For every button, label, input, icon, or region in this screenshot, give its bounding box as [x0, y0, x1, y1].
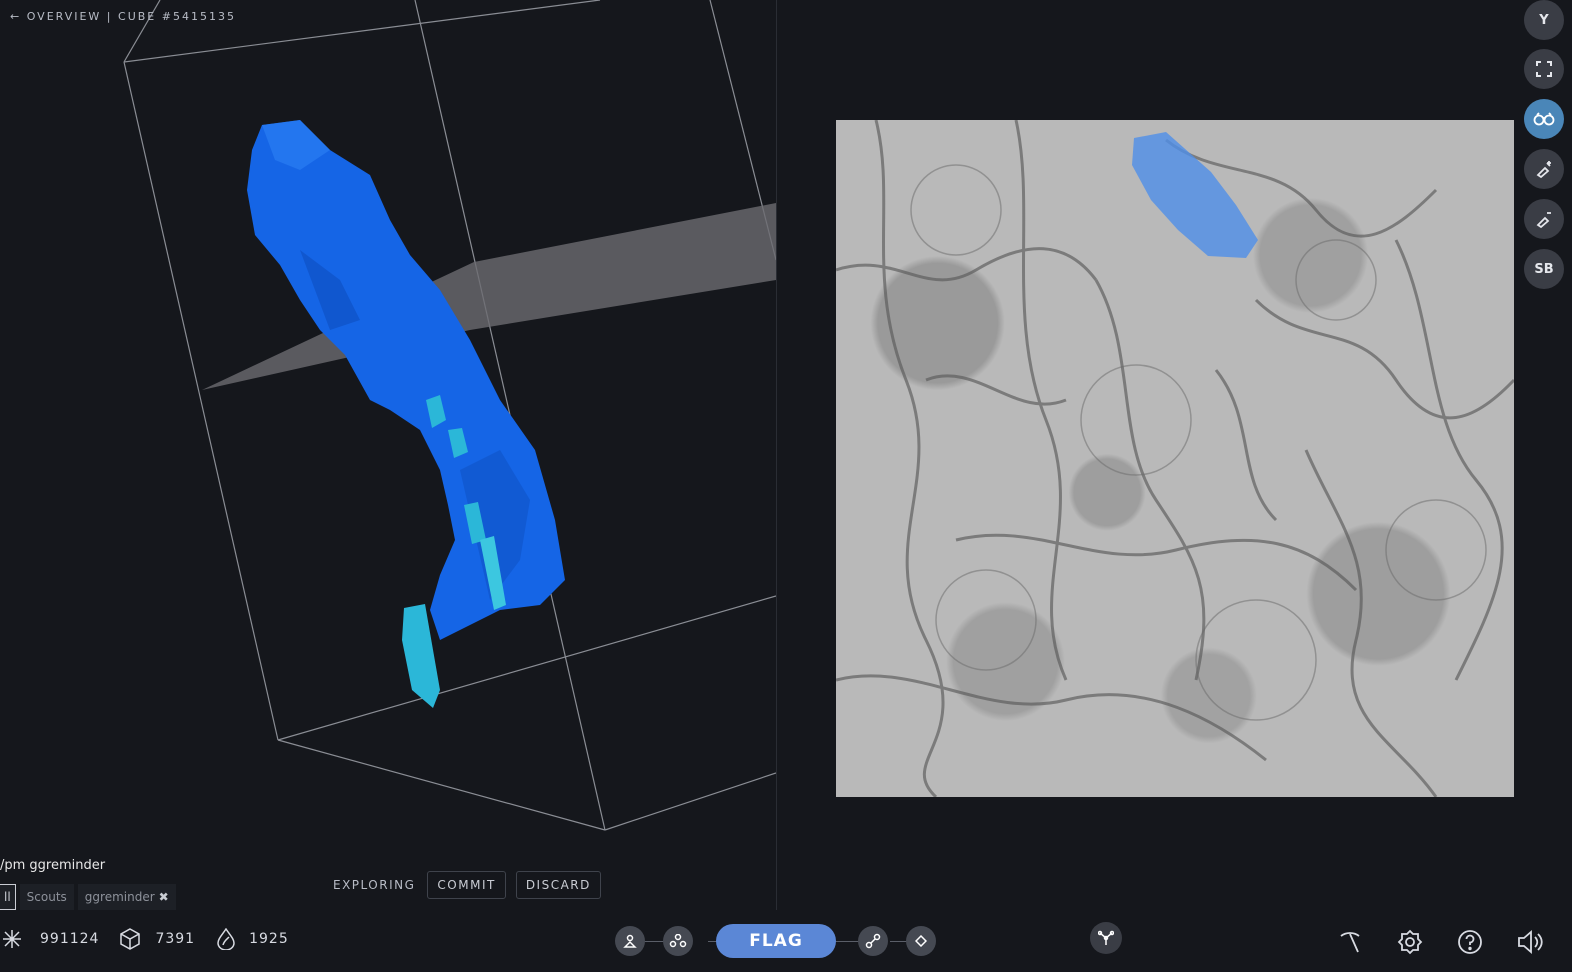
pane-divider[interactable] — [776, 0, 777, 910]
person-tool-button[interactable] — [615, 926, 645, 956]
speaker-icon — [1518, 930, 1543, 954]
pickaxe-icon — [1340, 932, 1360, 953]
chat-tab-ggreminder[interactable]: ggreminder ✖ — [77, 884, 176, 910]
flag-button[interactable]: FLAG — [716, 924, 836, 958]
selected-segment-overlay — [1132, 132, 1258, 258]
cube-icon — [120, 928, 141, 950]
points-stat: 991124 — [2, 929, 99, 949]
sound-button[interactable] — [1516, 928, 1544, 956]
trailblazes-stat: 1925 — [217, 928, 289, 950]
gear-icon — [1397, 929, 1423, 955]
cubes-value: 7391 — [155, 931, 196, 947]
chat-tab-all[interactable]: ll — [0, 884, 16, 910]
link-tool-button[interactable] — [858, 926, 888, 956]
chat-tab-label: ggreminder — [84, 890, 155, 904]
back-arrow-icon[interactable]: ← — [10, 10, 21, 23]
avatar-label: SB — [1534, 261, 1554, 277]
trailblazes-value: 1925 — [249, 931, 289, 947]
avatar-label: Y — [1539, 12, 1549, 28]
breadcrumb: ← OVERVIEW | CUBE #5415135 — [10, 10, 236, 23]
diamond-tool-button[interactable] — [906, 926, 936, 956]
chat-tab-label: Scouts — [26, 890, 67, 904]
diamond-icon — [915, 935, 927, 947]
chat-input[interactable]: /pm ggreminder — [0, 858, 105, 873]
player-stats: 991124 7391 1925 — [0, 928, 289, 950]
person-icon — [623, 934, 637, 948]
brush-remove-icon — [1536, 212, 1551, 228]
explore-controls: EXPLORING COMMIT DISCARD — [333, 871, 601, 899]
help-icon — [1458, 930, 1482, 954]
chat-tabs: ll Scouts ggreminder ✖ — [0, 884, 176, 910]
exploring-status: EXPLORING — [333, 878, 416, 892]
binoculars-icon — [1533, 112, 1555, 126]
user-avatar-y[interactable]: Y — [1524, 0, 1564, 40]
chat-message-text: /pm ggreminder — [0, 858, 106, 873]
fullscreen-button[interactable] — [1524, 49, 1564, 89]
link-icon — [865, 933, 881, 949]
chat-tab-label: ll — [4, 890, 11, 904]
help-button[interactable] — [1456, 928, 1484, 956]
pickaxe-button[interactable] — [1336, 928, 1364, 956]
breadcrumb-separator: | — [106, 10, 113, 23]
em-slice-view[interactable] — [836, 120, 1514, 797]
close-icon[interactable]: ✖ — [159, 890, 169, 904]
skeleton-tool-button[interactable] — [1090, 922, 1122, 954]
tool-row: FLAG — [612, 924, 942, 958]
brush-add-button[interactable] — [1524, 149, 1564, 189]
cubes-stat: 7391 — [119, 928, 195, 950]
binoculars-button[interactable] — [1524, 99, 1564, 139]
tree-icon — [1098, 930, 1114, 945]
drop-icon — [217, 928, 235, 950]
points-value: 991124 — [40, 931, 100, 947]
3d-scene[interactable] — [0, 0, 776, 972]
fullscreen-icon — [1536, 61, 1552, 77]
overview-link[interactable]: OVERVIEW — [27, 10, 102, 23]
brush-remove-button[interactable] — [1524, 199, 1564, 239]
settings-button[interactable] — [1396, 928, 1424, 956]
membrane-texture — [836, 120, 1514, 797]
branch-icon — [669, 934, 687, 948]
user-avatar-sb[interactable]: SB — [1524, 249, 1564, 289]
chat-tab-scouts[interactable]: Scouts — [19, 884, 74, 910]
commit-button[interactable]: COMMIT — [427, 871, 506, 899]
merge-tool-button[interactable] — [663, 926, 693, 956]
brush-add-icon — [1536, 161, 1551, 178]
cube-id-label: CUBE #5415135 — [118, 10, 236, 23]
points-icon — [3, 930, 21, 948]
3d-view-pane[interactable]: ← OVERVIEW | CUBE #5415135 /pm ggreminde… — [0, 0, 776, 972]
discard-button[interactable]: DISCARD — [515, 871, 601, 899]
